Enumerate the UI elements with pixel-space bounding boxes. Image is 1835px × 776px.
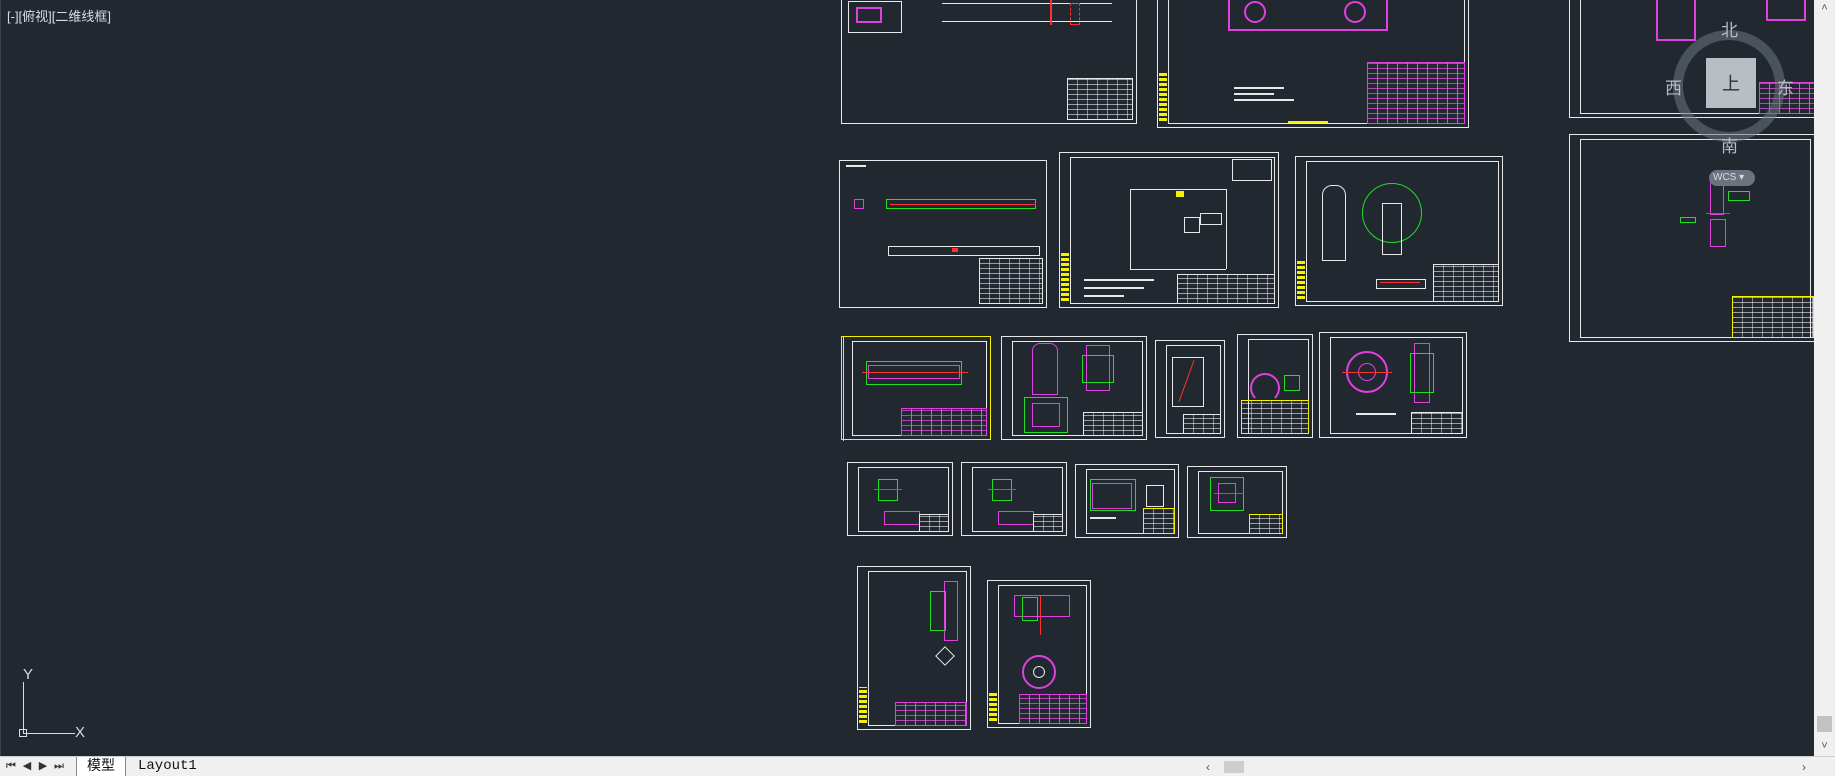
drawing-sheet[interactable] bbox=[1237, 334, 1313, 438]
drawing-sheet[interactable] bbox=[987, 580, 1091, 728]
drawing-sheet[interactable] bbox=[1569, 134, 1815, 342]
horizontal-scrollbar[interactable]: ‹ › bbox=[1198, 758, 1814, 776]
scroll-left-icon[interactable]: ‹ bbox=[1198, 758, 1218, 776]
last-tab-icon[interactable]: ⏭ bbox=[52, 759, 66, 774]
drawing-sheet[interactable] bbox=[1157, 0, 1469, 128]
ucs-y-label: Y bbox=[23, 666, 34, 683]
scroll-right-icon[interactable]: › bbox=[1794, 758, 1814, 776]
viewcube-south[interactable]: 南 bbox=[1721, 132, 1738, 157]
drawing-sheet[interactable] bbox=[1059, 152, 1279, 308]
drawing-sheet[interactable] bbox=[1295, 156, 1503, 306]
tab-model[interactable]: 模型 bbox=[76, 757, 126, 776]
model-viewport[interactable]: [-][俯视][二维线框] Y X 上 北 南 西 东 WCS ▾ bbox=[0, 0, 1815, 756]
drawing-sheet[interactable] bbox=[857, 566, 971, 730]
viewcube-west[interactable]: 西 bbox=[1665, 74, 1682, 99]
drawing-sheet[interactable] bbox=[1001, 336, 1147, 440]
vertical-scroll-thumb[interactable] bbox=[1817, 716, 1832, 732]
wcs-label: WCS bbox=[1713, 172, 1737, 183]
drawing-sheet[interactable] bbox=[1187, 466, 1287, 538]
drawing-sheet[interactable] bbox=[841, 0, 1137, 124]
viewcube-east[interactable]: 东 bbox=[1777, 74, 1794, 99]
scroll-up-icon[interactable]: ˄ bbox=[1814, 0, 1835, 17]
viewport-controls-label[interactable]: [-][俯视][二维线框] bbox=[7, 6, 111, 25]
viewcube-north[interactable]: 北 bbox=[1721, 16, 1738, 41]
drawing-sheet[interactable] bbox=[961, 462, 1067, 536]
tab-layout1[interactable]: Layout1 bbox=[128, 757, 207, 776]
scroll-down-icon[interactable]: ˅ bbox=[1814, 738, 1835, 755]
horizontal-scroll-thumb[interactable] bbox=[1224, 761, 1244, 773]
drawing-sheet[interactable] bbox=[839, 160, 1047, 308]
vertical-scrollbar[interactable]: ˄ ˅ bbox=[1814, 0, 1835, 756]
first-tab-icon[interactable]: ⏮ bbox=[4, 759, 18, 774]
viewcube-top-face[interactable]: 上 bbox=[1706, 58, 1756, 108]
ucs-axis-indicator: Y X bbox=[15, 666, 86, 741]
viewcube[interactable]: 上 北 南 西 东 bbox=[1661, 14, 1801, 164]
drawing-sheet[interactable] bbox=[847, 462, 953, 536]
wcs-menu-button[interactable]: WCS ▾ bbox=[1709, 170, 1755, 186]
drawing-sheet[interactable] bbox=[841, 336, 991, 441]
drawing-sheet[interactable] bbox=[1155, 340, 1225, 438]
next-tab-icon[interactable]: ▶ bbox=[36, 759, 50, 774]
ucs-x-label: X bbox=[75, 724, 86, 741]
prev-tab-icon[interactable]: ◀ bbox=[20, 759, 34, 774]
drawing-sheet[interactable] bbox=[1075, 464, 1179, 538]
drawing-sheet[interactable] bbox=[1319, 332, 1467, 438]
layout-tab-bar: ⏮ ◀ ▶ ⏭ 模型 Layout1 ‹ › bbox=[0, 756, 1835, 776]
